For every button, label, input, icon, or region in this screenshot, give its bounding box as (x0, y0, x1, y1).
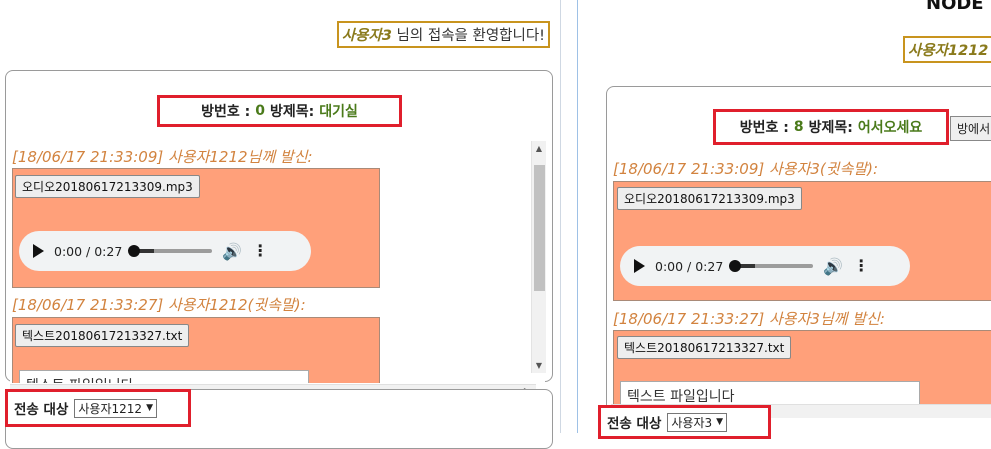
welcome-user: 사용자3 (341, 28, 392, 44)
audio-player[interactable]: 0:00 / 0:27 🔊 ⋮ (19, 231, 311, 271)
send-target-select[interactable]: 사용자1212 ▼ (74, 398, 157, 418)
file-download-button[interactable]: 오디오20180617213309.mp3 (15, 175, 200, 198)
scroll-up-icon[interactable]: ▲ (532, 144, 546, 153)
page-header: NODE (926, 0, 984, 14)
send-target-label: 전송 대상 (14, 402, 69, 418)
room-number-label: 방번호 : (739, 120, 789, 136)
room-title-label: 방제목: (808, 120, 853, 136)
message-meta: [18/06/17 21:33:27] 사용자3님께 발신: (613, 310, 885, 328)
audio-time: 0:00 / 0:27 (655, 258, 724, 274)
play-icon[interactable] (634, 259, 645, 273)
scroll-down-icon[interactable]: ▼ (532, 361, 546, 370)
welcome-message: 님의 접속을 환영합니다! (391, 28, 545, 44)
room-action-button[interactable]: 방에서 (950, 116, 991, 141)
message-bubble: 오디오20180617213309.mp3 0:00 / 0:27 🔊 ⋮ (613, 181, 991, 301)
message-bubble: 텍스트20180617213327.txt 텍스트 파일입니다 (613, 330, 991, 404)
message-meta: [18/06/17 21:33:09] 사용자3(귓속말): (613, 160, 879, 178)
vertical-scrollbar[interactable]: ▲ ▼ (531, 141, 546, 373)
more-options-icon[interactable]: ⋮ (853, 258, 869, 274)
send-target-box: 전송 대상 사용자1212 ▼ (5, 389, 191, 427)
room-number: 8 (793, 119, 804, 135)
file-download-button[interactable]: 오디오20180617213309.mp3 (617, 187, 802, 210)
message-meta: [18/06/17 21:33:09] 사용자1212님께 발신: (12, 148, 313, 166)
dropdown-caret-icon: ▼ (146, 403, 153, 413)
welcome-user: 사용자1212 (908, 43, 989, 59)
send-target-select[interactable]: 사용자3 ▼ (667, 412, 728, 432)
audio-player[interactable]: 0:00 / 0:27 🔊 ⋮ (620, 246, 910, 286)
send-target-value: 사용자3 (671, 415, 713, 430)
dropdown-caret-icon: ▼ (716, 417, 724, 427)
volume-icon[interactable]: 🔊 (823, 257, 843, 276)
text-preview[interactable]: 텍스트 파일입니다 (620, 381, 920, 404)
room-info: 방번호 : 8 방제목: 어서오세요 (713, 109, 949, 145)
audio-time: 0:00 / 0:27 (54, 243, 123, 259)
audio-progress-slider[interactable] (128, 245, 213, 257)
play-icon[interactable] (33, 244, 44, 258)
send-target-box: 전송 대상 사용자3 ▼ (598, 405, 771, 439)
text-preview[interactable]: 텍스트 파일입니다 (19, 370, 309, 383)
welcome-banner: 사용자3 님의 접속을 환영합니다! (336, 21, 550, 48)
message-bubble: 오디오20180617213309.mp3 0:00 / 0:27 🔊 ⋮ (12, 168, 380, 288)
room-number-label: 방번호 : (201, 104, 251, 120)
volume-icon[interactable]: 🔊 (222, 242, 242, 261)
file-download-button[interactable]: 텍스트20180617213327.txt (617, 336, 792, 359)
message-list[interactable]: [18/06/17 21:33:09] 사용자3(귓속말): 오디오201806… (611, 152, 991, 404)
room-title-label: 방제목: (269, 104, 315, 120)
welcome-banner: 사용자1212 (903, 36, 991, 63)
scroll-thumb[interactable] (534, 165, 545, 291)
room-info: 방번호 : 0 방제목: 대기실 (157, 95, 402, 127)
room-title: 대기실 (319, 104, 358, 120)
file-download-button[interactable]: 텍스트20180617213327.txt (15, 324, 190, 347)
room-title: 어서오세요 (857, 120, 923, 136)
message-list[interactable]: [18/06/17 21:33:09] 사용자1212님께 발신: 오디오201… (10, 138, 545, 383)
send-target-value: 사용자1212 (78, 401, 143, 416)
window-divider (560, 0, 578, 433)
send-target-label: 전송 대상 (607, 416, 662, 432)
audio-progress-slider[interactable] (729, 260, 814, 272)
message-meta: [18/06/17 21:33:27] 사용자1212(귓속말): (12, 296, 306, 314)
room-number: 0 (255, 103, 265, 119)
more-options-icon[interactable]: ⋮ (252, 243, 268, 259)
message-bubble: 텍스트20180617213327.txt 텍스트 파일입니다 (12, 317, 380, 383)
